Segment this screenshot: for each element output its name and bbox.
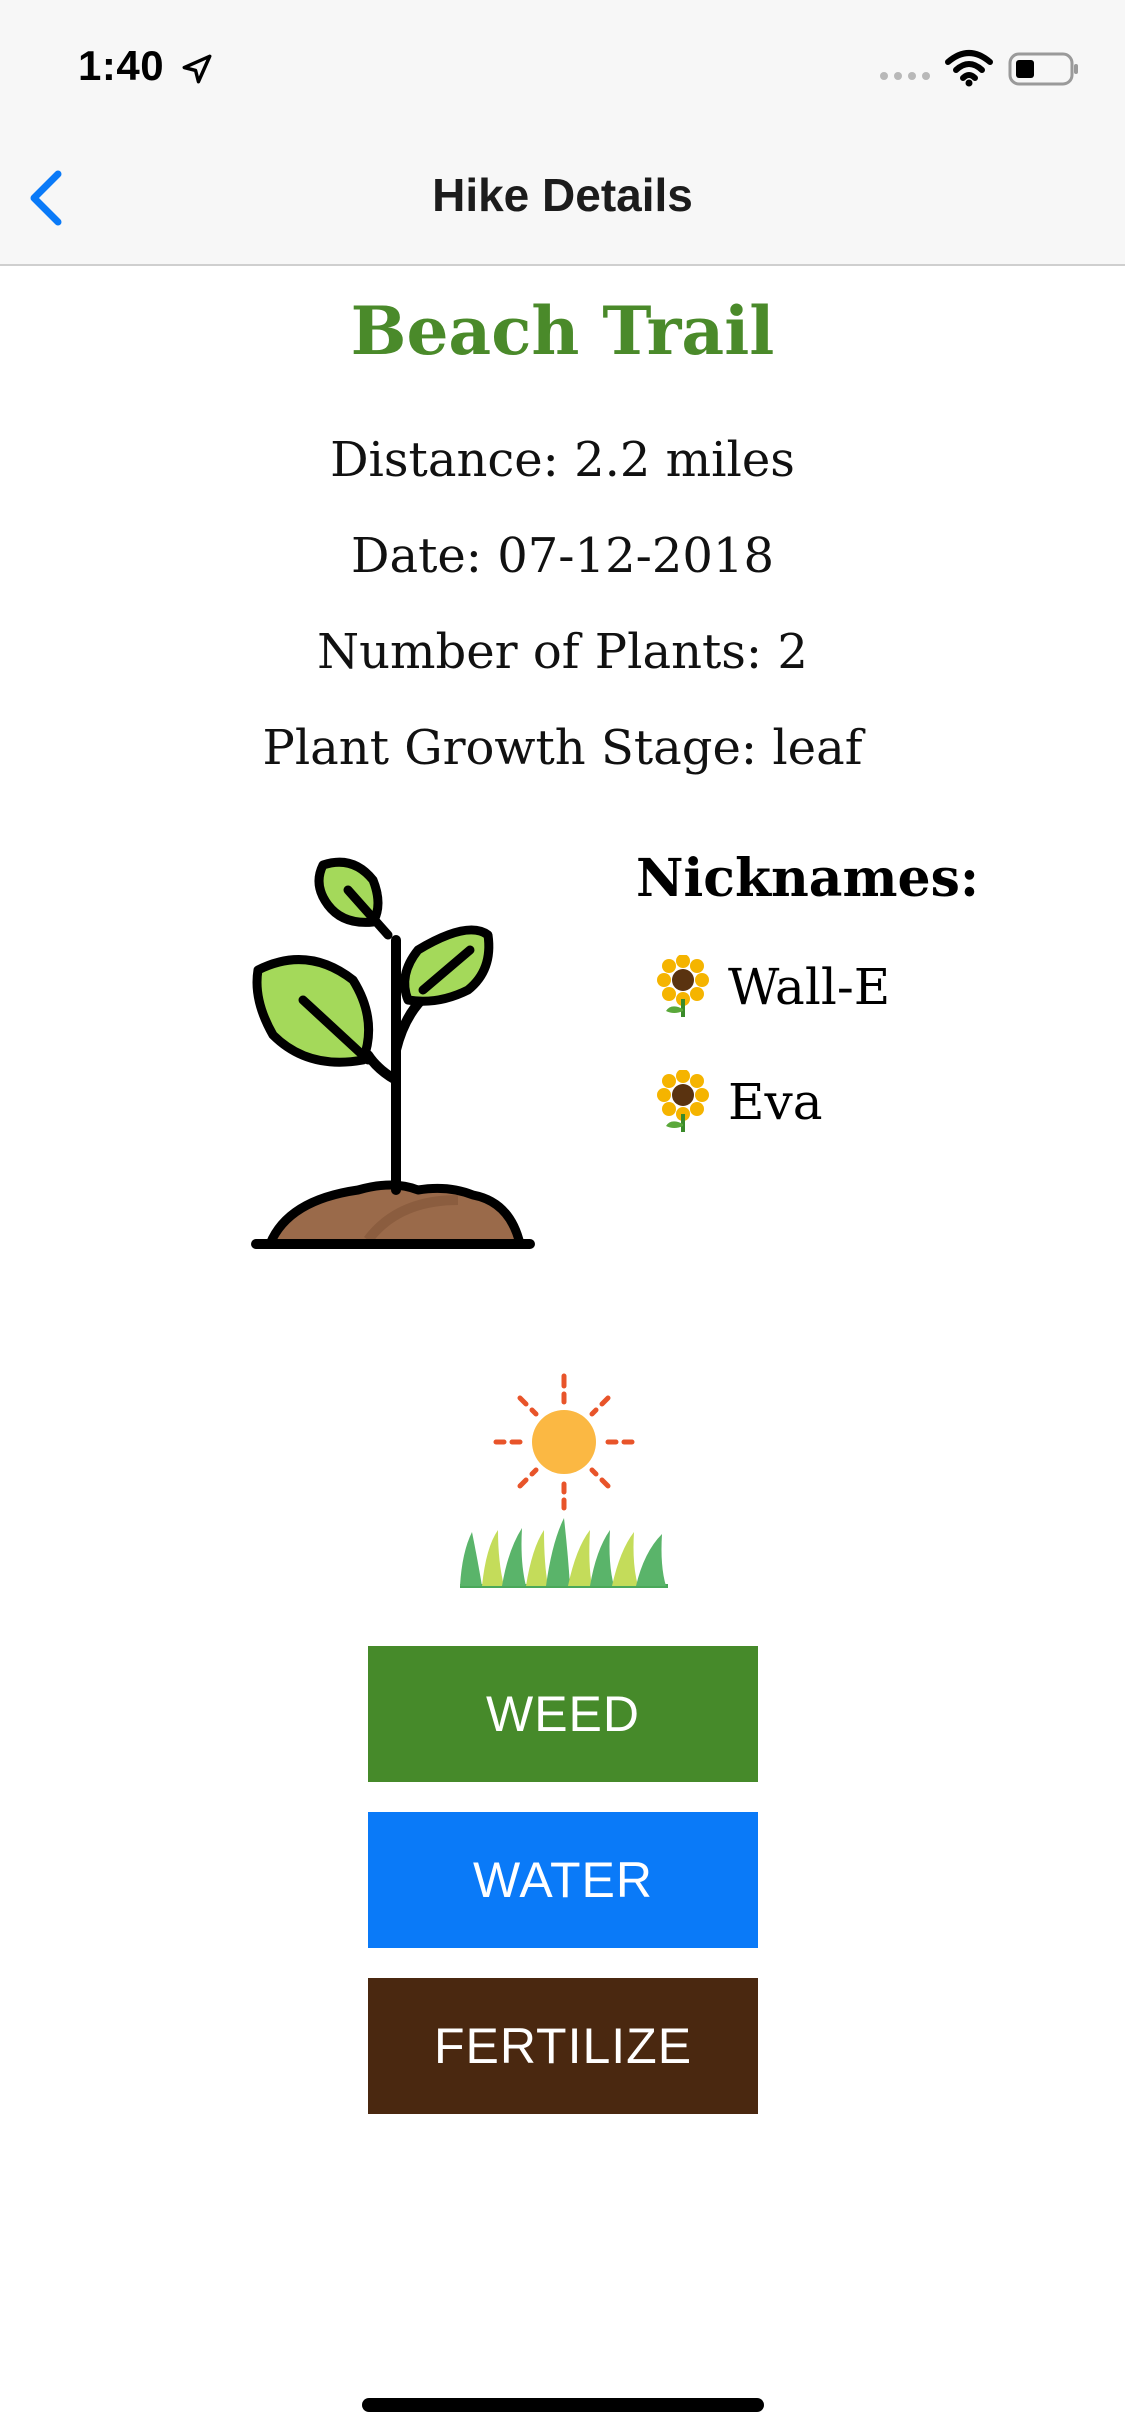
weed-button[interactable]: WEED: [368, 1646, 758, 1782]
fertilize-button[interactable]: FERTILIZE: [368, 1978, 758, 2114]
date-text: Date: 07-12-2018: [351, 528, 774, 584]
sprout-icon: [251, 857, 535, 1249]
list-item: Eva: [656, 1070, 823, 1134]
water-button[interactable]: WATER: [368, 1812, 758, 1948]
distance-text: Distance: 2.2 miles: [330, 432, 795, 488]
navigation-bar: Hike Details: [0, 132, 1125, 266]
home-indicator[interactable]: [362, 2398, 764, 2412]
list-item: Wall-E: [656, 955, 890, 1019]
location-arrow-icon: [182, 54, 212, 84]
page-title: Hike Details: [432, 169, 693, 221]
growth-stage-text: Plant Growth Stage: leaf: [262, 720, 863, 776]
nicknames-heading: Nicknames:: [636, 848, 980, 909]
signal-icon: [880, 72, 930, 80]
sun-grass-icon: [460, 1373, 668, 1588]
plant-count-text: Number of Plants: 2: [317, 624, 808, 680]
sunflower-icon: [657, 1070, 709, 1132]
sunflower-icon: [657, 955, 709, 1017]
nickname-label: Wall-E: [728, 958, 891, 1016]
nickname-label: Eva: [728, 1073, 823, 1131]
status-bar: 1:40: [0, 0, 1125, 132]
trail-name: Beach Trail: [350, 292, 775, 370]
battery-icon: [1008, 52, 1078, 86]
status-time: 1:40: [78, 42, 165, 89]
wifi-icon: [945, 50, 993, 87]
